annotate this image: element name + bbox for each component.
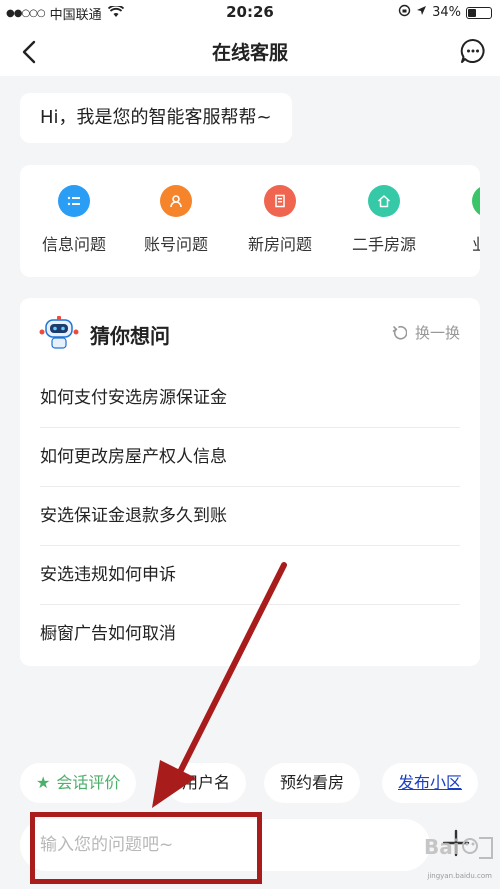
publish-community-chip[interactable]: 发布小区 <box>382 763 479 803</box>
page-title: 在线客服 <box>211 42 288 64</box>
book-viewing-chip[interactable]: 预约看房 <box>264 763 361 803</box>
chat-bubble-icon <box>460 38 485 63</box>
question-item[interactable]: 橱窗广告如何取消 <box>40 605 460 664</box>
battery-icon <box>466 6 492 19</box>
chat-menu-button[interactable] <box>460 38 486 64</box>
category-row: 信息问题 账号问题 新房问题 二手房源 业主 <box>20 165 480 277</box>
category-account-issue[interactable]: 账号问题 <box>124 185 228 255</box>
building-icon <box>264 185 296 217</box>
category-owner[interactable]: 业主 <box>436 185 480 255</box>
baidu-watermark-logo: Bai <box>422 828 494 868</box>
list-icon <box>58 185 90 217</box>
nav-bar: 在线客服 <box>0 26 500 76</box>
category-second-hand[interactable]: 二手房源 <box>332 185 436 255</box>
refresh-button[interactable]: 换一换 <box>391 322 460 343</box>
category-label: 信息问题 <box>41 235 106 254</box>
watermark-url: jingyan.baidu.com <box>427 872 492 880</box>
star-icon: ★ <box>36 773 51 792</box>
question-item[interactable]: 如何更改房屋产权人信息 <box>40 428 460 487</box>
rate-session-label: 会话评价 <box>56 773 121 792</box>
owner-icon <box>472 185 480 217</box>
refresh-icon <box>392 325 407 340</box>
username-chip[interactable]: 用户名 <box>166 763 247 803</box>
question-item[interactable]: 如何支付安选房源保证金 <box>40 369 460 428</box>
category-label: 二手房源 <box>351 235 416 254</box>
status-bar: ●●○○○ 中国联通 20:26 34% <box>0 0 500 26</box>
category-new-house-issue[interactable]: 新房问题 <box>228 185 332 255</box>
refresh-label: 换一换 <box>414 324 460 342</box>
category-info-issue[interactable]: 信息问题 <box>22 185 126 255</box>
location-icon <box>416 5 427 20</box>
greeting-bubble: Hi，我是您的智能客服帮帮~ <box>20 93 292 143</box>
rate-session-chip[interactable]: ★ 会话评价 <box>20 763 137 803</box>
suggest-title: 猜你想问 <box>90 324 170 348</box>
question-item[interactable]: 安选保证金退款多久到账 <box>40 487 460 546</box>
svg-text:Bai: Bai <box>424 835 460 859</box>
category-label: 业主 <box>471 235 480 254</box>
category-label: 账号问题 <box>143 235 208 254</box>
annotation-highlight-box <box>30 812 262 884</box>
question-item[interactable]: 安选违规如何申诉 <box>40 546 460 605</box>
status-right: 34% <box>393 4 492 21</box>
battery-percent: 34% <box>432 5 461 20</box>
user-icon <box>160 185 192 217</box>
suggest-header: 猜你想问 换一换 <box>20 298 480 368</box>
category-label: 新房问题 <box>247 235 312 254</box>
suggested-questions-card: 猜你想问 换一换 如何支付安选房源保证金 如何更改房屋产权人信息 安选保证金退款… <box>20 298 480 666</box>
home-icon <box>368 185 400 217</box>
robot-mascot-icon <box>38 316 80 350</box>
orientation-lock-icon <box>398 4 411 21</box>
